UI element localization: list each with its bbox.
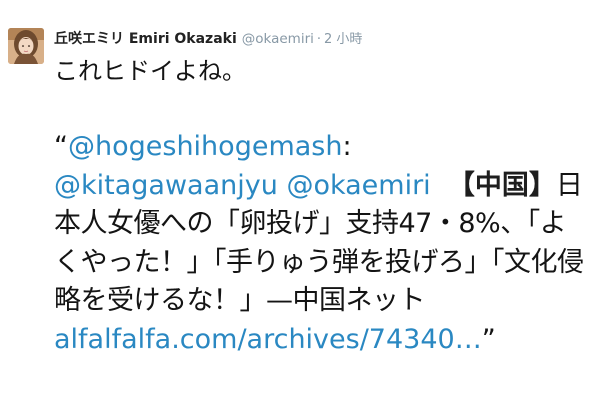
quoted-tweet-text: “@hogeshihogemash: @kitagawaanjyu @okaem… xyxy=(54,128,590,359)
separator-dot: · xyxy=(316,32,322,47)
colon: : xyxy=(342,131,352,162)
display-name[interactable]: 丘咲エミリ Emiri Okazaki xyxy=(54,31,237,47)
user-handle[interactable]: @okaemiri xyxy=(242,31,314,47)
avatar[interactable] xyxy=(8,28,44,64)
timestamp[interactable]: 2 小時 xyxy=(324,32,362,47)
avatar-photo-icon xyxy=(8,28,44,64)
quote-open-mark: “ xyxy=(54,131,68,162)
quote-close-mark: ” xyxy=(481,323,496,355)
mention-hogeshihogemash[interactable]: @hogeshihogemash xyxy=(68,131,342,162)
mention-kitagawaanjyu[interactable]: @kitagawaanjyu xyxy=(54,170,278,201)
article-link[interactable]: alfalfalfa.com/archives/74340… xyxy=(54,324,482,355)
news-tag: 【中国】 xyxy=(447,169,556,201)
mention-okaemiri[interactable]: @okaemiri xyxy=(286,170,430,201)
tweet-card: 丘咲エミリ Emiri Okazaki @okaemiri · 2 小時 これヒドイよ… xyxy=(0,0,600,404)
tweet-comment: これヒドイよね。 xyxy=(54,57,246,85)
tweet-header: 丘咲エミリ Emiri Okazaki @okaemiri · 2 小時 xyxy=(54,29,362,49)
